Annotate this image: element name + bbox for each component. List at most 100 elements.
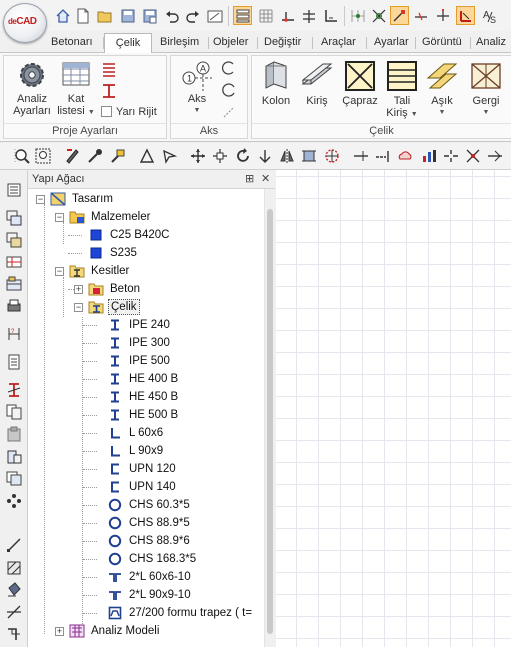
section-cut-icon[interactable] — [5, 625, 23, 642]
mirror-icon[interactable] — [278, 147, 296, 165]
copy-sheet-icon[interactable] — [5, 403, 23, 420]
grid-snap-icon[interactable] — [256, 6, 275, 25]
undo-icon[interactable] — [162, 6, 181, 25]
tab-goruntu[interactable]: Görüntü — [420, 33, 464, 53]
break-icon[interactable] — [442, 147, 460, 165]
tree-node-beton[interactable]: Beton — [88, 280, 142, 298]
collapse-toggle[interactable]: − — [55, 213, 64, 222]
model-view-icon[interactable] — [5, 275, 23, 292]
steel-table-icon[interactable] — [99, 62, 119, 81]
building-icon[interactable] — [5, 447, 23, 464]
trim-icon[interactable] — [352, 147, 370, 165]
paste-icon[interactable] — [5, 425, 23, 442]
tree-node-section[interactable]: CHS 60.3*5 — [107, 496, 192, 514]
tree-node-section[interactable]: UPN 140 — [107, 478, 178, 496]
collapse-toggle[interactable]: − — [55, 267, 64, 276]
tree-node-malzemeler[interactable]: Malzemeler — [69, 208, 152, 226]
rotate-icon[interactable] — [234, 147, 252, 165]
tree-node-analiz-modeli[interactable]: Analiz Modeli — [69, 622, 161, 640]
slash-icon[interactable] — [5, 603, 23, 620]
hatch-icon[interactable] — [5, 559, 23, 576]
kiris-button[interactable]: Kiriş — [298, 60, 336, 107]
move-icon[interactable] — [189, 147, 207, 165]
extend-icon[interactable] — [374, 147, 392, 165]
home-icon[interactable] — [53, 6, 72, 25]
report-icon[interactable] — [5, 353, 23, 370]
arc-axis-2-icon[interactable] — [221, 83, 237, 100]
yari-rijit-checkbox[interactable]: Yarı Rijit — [101, 106, 167, 118]
tree-node-section[interactable]: HE 400 B — [107, 370, 180, 388]
tree-node-section[interactable]: HE 450 B — [107, 388, 180, 406]
asik-button[interactable]: Aşık ▼ — [424, 60, 460, 119]
layer-manager-icon[interactable] — [5, 209, 23, 226]
tree-node-section[interactable]: IPE 500 — [107, 352, 172, 370]
diagonal-axis-icon[interactable] — [221, 105, 237, 122]
section-table-icon[interactable] — [99, 83, 119, 102]
tab-ayarlar[interactable]: Ayarlar — [372, 33, 411, 53]
snap-corner-icon[interactable] — [321, 6, 340, 25]
collapse-toggle[interactable]: − — [74, 303, 83, 312]
expand-toggle[interactable]: + — [55, 627, 64, 636]
select-lasso-icon[interactable] — [160, 147, 178, 165]
tree-node-material[interactable]: C25 B420C — [88, 226, 171, 244]
join-icon[interactable] — [486, 147, 504, 165]
snap-line-icon[interactable] — [278, 6, 297, 25]
aks-button[interactable]: A 1 Aks ▼ — [176, 60, 218, 117]
tab-araclar[interactable]: Araçlar — [319, 33, 358, 53]
open-folder-icon[interactable] — [95, 6, 114, 25]
snap-parallel-icon[interactable] — [299, 6, 318, 25]
snap-end-icon[interactable] — [390, 6, 409, 25]
offset-icon[interactable] — [256, 147, 274, 165]
zoom-icon[interactable] — [13, 147, 31, 165]
tree-node-kesitler[interactable]: Kesitler — [69, 262, 131, 280]
layers-icon[interactable] — [233, 6, 252, 25]
points-icon[interactable] — [5, 492, 23, 509]
analiz-ayarlari-button[interactable]: Analiz Ayarları — [10, 60, 54, 117]
fill-icon[interactable] — [5, 581, 23, 598]
tree-scrollbar[interactable] — [264, 189, 275, 647]
tab-celik[interactable]: Çelik — [104, 33, 152, 54]
expand-toggle[interactable]: + — [74, 285, 83, 294]
snap-tangent-icon[interactable] — [433, 6, 452, 25]
close-icon[interactable]: ✕ — [261, 172, 270, 185]
checkbox-box[interactable] — [101, 106, 112, 117]
text-style-icon[interactable]: AS — [481, 6, 500, 25]
capraz-button[interactable]: Çapraz — [338, 60, 382, 107]
redo-icon[interactable] — [183, 6, 202, 25]
tali-kiris-button[interactable]: Tali Kiriş ▼ — [384, 60, 420, 121]
tree-node-section[interactable]: L 60x6 — [107, 424, 165, 442]
scrollbar-thumb[interactable] — [267, 209, 273, 634]
tree-node-section[interactable]: IPE 300 — [107, 334, 172, 352]
snap-grid-point-icon[interactable] — [348, 6, 367, 25]
window-icon[interactable] — [205, 6, 224, 25]
dimension-icon[interactable]: ? — [5, 325, 23, 342]
tree-node-section[interactable]: L 90x9 — [107, 442, 165, 460]
chart-icon[interactable] — [420, 147, 438, 165]
print-icon[interactable] — [5, 297, 23, 314]
tree-node-section[interactable]: HE 500 B — [107, 406, 180, 424]
tree-node-section[interactable]: CHS 168.3*5 — [107, 550, 198, 568]
section-editor-icon[interactable] — [5, 381, 23, 398]
snap-intersection-icon[interactable] — [369, 6, 388, 25]
sheets-icon[interactable] — [5, 469, 23, 486]
zoom-window-icon[interactable] — [34, 147, 52, 165]
snap-perpendicular-icon[interactable] — [411, 6, 430, 25]
tree-node-section[interactable]: 2*L 90x9-10 — [107, 586, 193, 604]
align-icon[interactable] — [300, 147, 318, 165]
kat-listesi-button[interactable]: Kat listesi ▼ — [56, 60, 96, 119]
new-file-icon[interactable] — [73, 6, 92, 25]
tab-analiz[interactable]: Analiz — [474, 33, 508, 53]
arc-axis-icon[interactable] — [221, 61, 237, 78]
tree-node-celik[interactable]: Çelik — [88, 298, 140, 316]
triangle-icon[interactable] — [138, 147, 156, 165]
collapse-toggle[interactable]: − — [36, 195, 45, 204]
paint-icon[interactable] — [109, 147, 127, 165]
ortho-mode-icon[interactable] — [456, 6, 475, 25]
pin-icon[interactable]: ⊞ — [245, 172, 254, 185]
drawing-canvas[interactable] — [276, 170, 511, 647]
draw-line-icon[interactable] — [5, 536, 23, 553]
cloud-icon[interactable] — [396, 147, 414, 165]
tree-node-section[interactable]: CHS 88.9*6 — [107, 532, 192, 550]
copy-move-icon[interactable] — [211, 147, 229, 165]
eyedropper-icon[interactable] — [86, 147, 104, 165]
